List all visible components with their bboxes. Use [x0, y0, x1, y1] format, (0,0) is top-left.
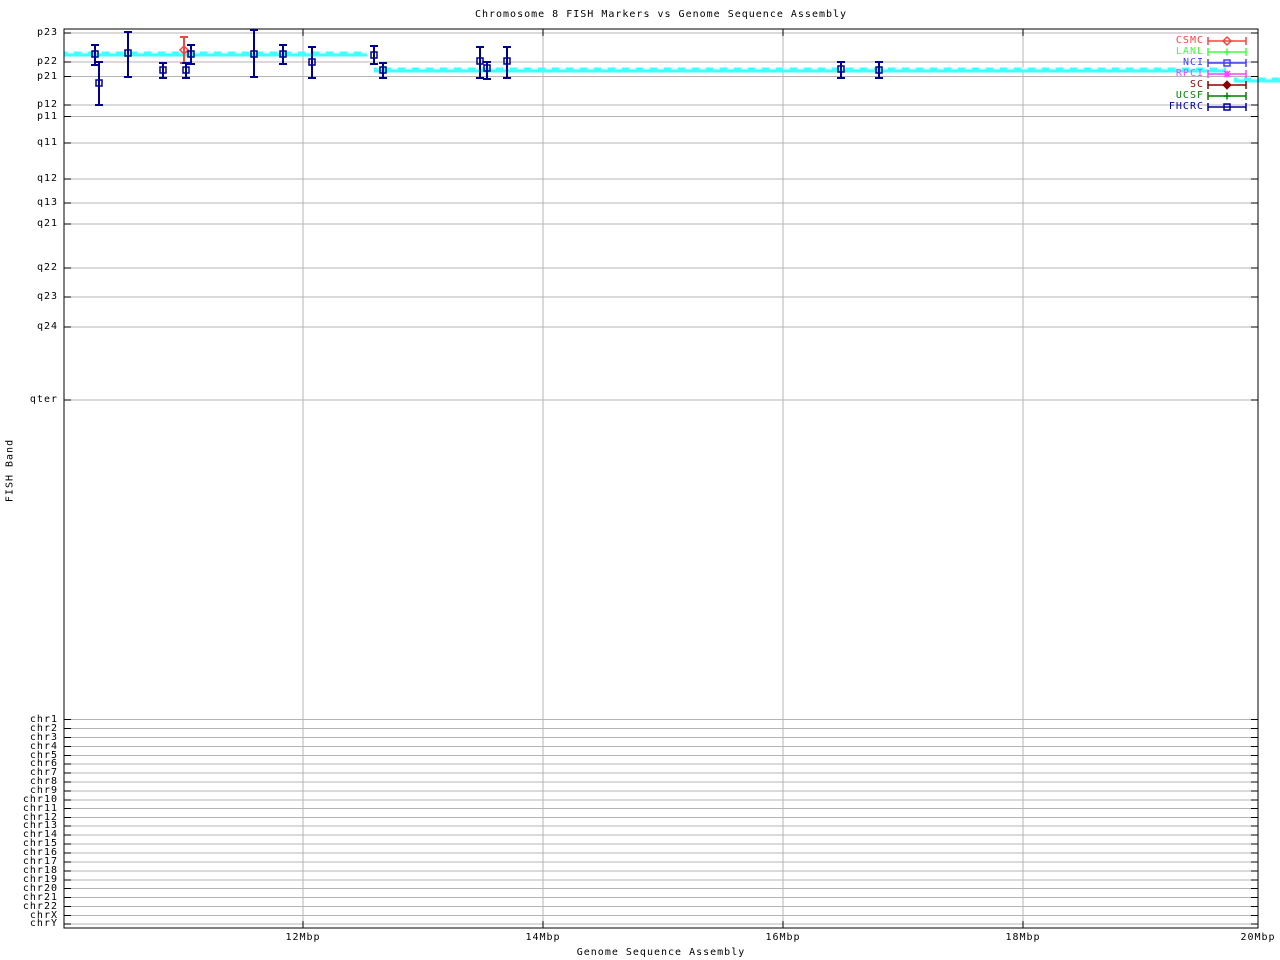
legend-item-ucsf: UCSF	[1175, 90, 1204, 101]
ytick-label-q13: q13	[36, 197, 58, 208]
ytick-label-qter: qter	[29, 394, 58, 405]
xtick-label-18Mbp: 18Mbp	[1005, 932, 1041, 943]
ytick-label-q21: q21	[36, 218, 58, 229]
legend-item-rpci: RPCI	[1175, 68, 1204, 79]
legend-item-fhcrc: FHCRC	[1168, 101, 1204, 112]
ytick-label-p11: p11	[36, 110, 58, 122]
ytick-label-p21: p21	[36, 70, 58, 82]
fish-marker-chart: Chromosome 8 FISH Markers vs Genome Sequ…	[0, 0, 1280, 960]
xtick-label-16Mbp: 16Mbp	[765, 932, 801, 943]
legend-item-nci: NCI	[1182, 57, 1204, 68]
ytick-label-chrY: chrY	[29, 918, 58, 929]
ytick-label-q23: q23	[36, 291, 58, 302]
legend-item-lanl: LANL	[1175, 46, 1204, 57]
legend-samples	[1207, 35, 1247, 111]
xtick-label-20Mbp: 20Mbp	[1240, 932, 1276, 943]
xtick-label-12Mbp: 12Mbp	[285, 932, 321, 943]
ytick-label-p12: p12	[36, 99, 58, 110]
ytick-label-q22: q22	[36, 262, 58, 273]
gridlines	[64, 29, 1258, 928]
ytick-label-q12: q12	[36, 173, 58, 184]
legend-item-sc: SC	[1189, 79, 1204, 90]
ytick-label-q24: q24	[36, 321, 58, 332]
xtick-label-14Mbp: 14Mbp	[525, 932, 561, 943]
ytick-label-p22: p22	[36, 56, 58, 67]
plot-area	[63, 28, 1280, 929]
series-csmc	[178, 36, 190, 64]
plot-border	[63, 28, 1259, 929]
ytick-label-q11: q11	[36, 137, 58, 148]
legend-item-csmc: CSMC	[1175, 35, 1204, 46]
ytick-label-p23: p23	[36, 27, 58, 38]
